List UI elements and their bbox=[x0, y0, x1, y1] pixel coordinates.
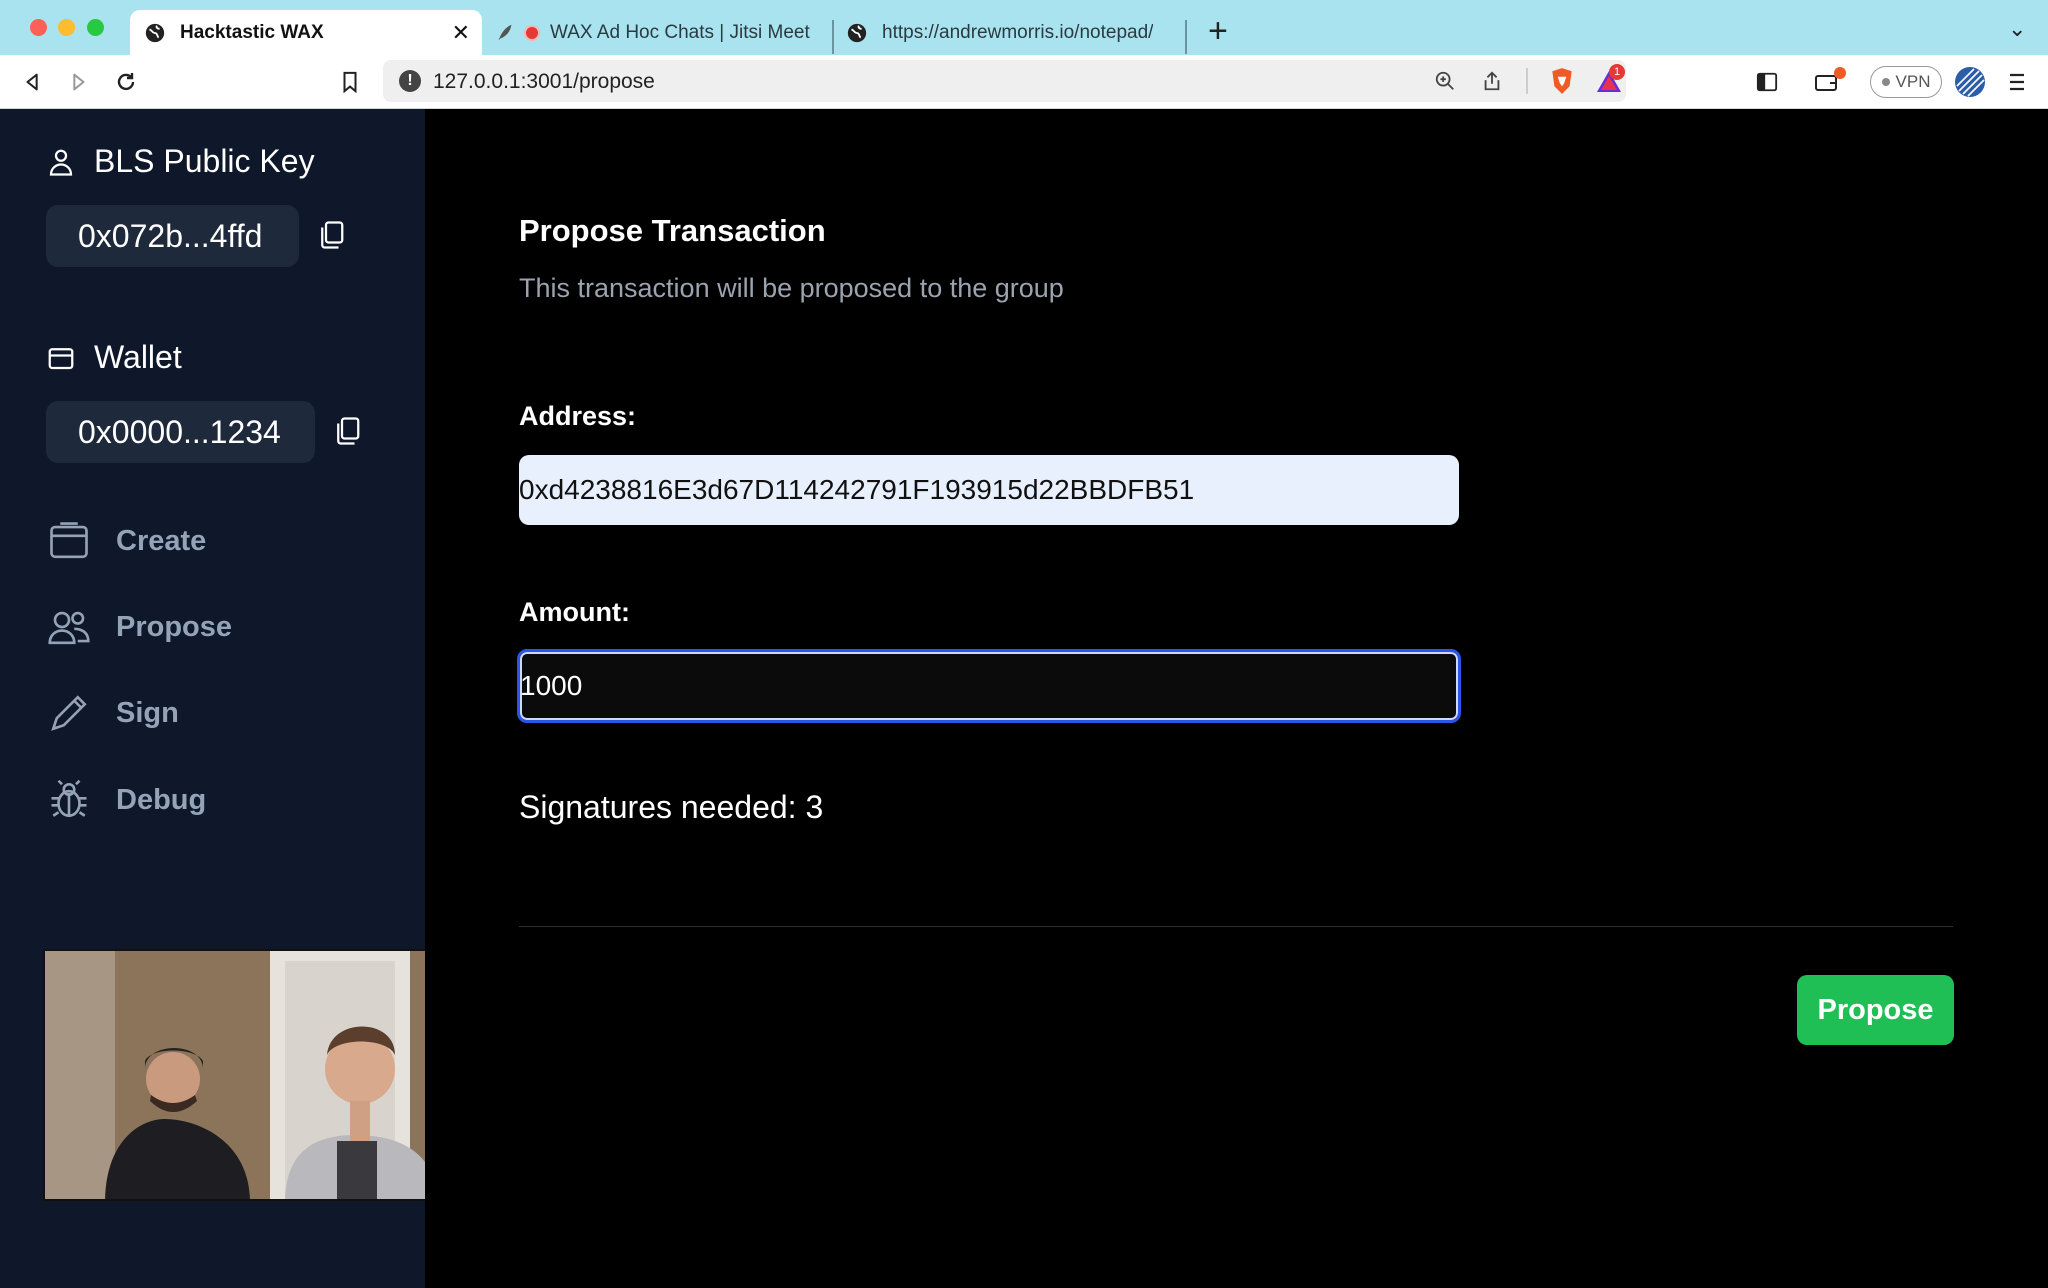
menu-button[interactable] bbox=[2002, 67, 2032, 97]
video-call-thumbnail bbox=[43, 949, 485, 1201]
sidebar-item-debug[interactable]: Debug bbox=[48, 779, 206, 821]
vpn-button[interactable]: VPN bbox=[1870, 66, 1942, 98]
sidebar-toggle-button[interactable] bbox=[1752, 67, 1782, 97]
signatures-needed: Signatures needed: 3 bbox=[519, 789, 824, 825]
tab-jitsi-meet[interactable]: WAX Ad Hoc Chats | Jitsi Meet bbox=[494, 10, 834, 55]
wallet-address-value: 0x0000...1234 bbox=[46, 401, 315, 463]
bookmark-button[interactable] bbox=[335, 67, 365, 97]
feather-icon bbox=[498, 24, 512, 40]
zoom-window-button[interactable] bbox=[87, 19, 104, 36]
sidebar-item-sign[interactable]: Sign bbox=[48, 692, 179, 734]
page-subtitle: This transaction will be proposed to the… bbox=[519, 273, 1064, 303]
globe-icon bbox=[145, 23, 165, 42]
forward-button[interactable] bbox=[63, 67, 93, 97]
omnibox-divider bbox=[1526, 68, 1528, 94]
tab-hacktastic-wax[interactable]: Hacktastic WAX ✕ bbox=[130, 10, 482, 55]
tab-title: WAX Ad Hoc Chats | Jitsi Meet bbox=[550, 21, 810, 43]
minimize-window-button[interactable] bbox=[58, 19, 75, 36]
recording-icon bbox=[524, 24, 540, 41]
page-title: Propose Transaction bbox=[519, 213, 826, 248]
reload-icon bbox=[117, 73, 135, 91]
back-arrow-icon bbox=[26, 73, 38, 91]
propose-button[interactable]: Propose bbox=[1797, 975, 1954, 1045]
share-icon[interactable] bbox=[1479, 68, 1505, 94]
sidebar-item-create[interactable]: Create bbox=[48, 520, 206, 562]
bls-key-value: 0x072b...4ffd bbox=[46, 205, 299, 267]
divider bbox=[519, 926, 1953, 927]
address-input[interactable] bbox=[519, 455, 1459, 525]
info-icon[interactable]: ! bbox=[399, 70, 421, 92]
tab-notepad[interactable]: https://andrewmorris.io/notepad/ bbox=[846, 10, 1186, 55]
new-tab-button[interactable]: + bbox=[1208, 12, 1228, 51]
sidebar-item-label: Create bbox=[116, 524, 207, 557]
address-bar-url[interactable]: 127.0.0.1:3001/propose bbox=[433, 70, 655, 94]
main-content: Propose Transaction This transaction wil… bbox=[425, 109, 2048, 1288]
amount-input[interactable] bbox=[517, 649, 1461, 723]
tab-separator bbox=[832, 20, 834, 54]
bookmark-icon bbox=[343, 71, 357, 93]
browser-tab-bar: Hacktastic WAX ✕ WAX Ad Hoc Chats | Jits… bbox=[0, 0, 2048, 55]
tab-title: Hacktastic WAX bbox=[180, 21, 324, 43]
brave-rewards-icon[interactable]: 1 bbox=[1589, 64, 1629, 94]
reload-button[interactable] bbox=[111, 67, 141, 97]
address-bar[interactable]: ! 127.0.0.1:3001/propose 1 bbox=[383, 60, 1626, 102]
copy-icon[interactable] bbox=[332, 416, 362, 446]
wallet-button[interactable] bbox=[1812, 67, 1846, 97]
wallet-icon bbox=[48, 347, 74, 369]
sidebar-item-propose[interactable]: Propose bbox=[48, 606, 232, 648]
back-button[interactable] bbox=[18, 67, 48, 97]
sidebar-icon bbox=[1756, 72, 1778, 92]
amount-label: Amount: bbox=[519, 597, 630, 627]
bls-heading-label: BLS Public Key bbox=[94, 143, 315, 179]
sidebar-item-label: Sign bbox=[116, 696, 179, 729]
zoom-icon[interactable] bbox=[1432, 68, 1458, 94]
profile-avatar[interactable] bbox=[1953, 65, 1987, 99]
vpn-label: VPN bbox=[1895, 72, 1931, 91]
video-frame bbox=[45, 951, 483, 1199]
browser-toolbar: ! 127.0.0.1:3001/propose 1 VPN bbox=[0, 55, 2048, 109]
wallet-heading: Wallet bbox=[46, 339, 182, 376]
brave-shields-icon[interactable] bbox=[1549, 68, 1575, 94]
bls-public-key-heading: BLS Public Key bbox=[46, 143, 315, 180]
wallet-badge bbox=[1834, 67, 1846, 79]
tab-title: https://andrewmorris.io/notepad/ bbox=[882, 21, 1154, 43]
sidebar-item-label: Debug bbox=[116, 783, 207, 816]
notification-badge: 1 bbox=[1609, 64, 1625, 80]
copy-icon[interactable] bbox=[316, 220, 346, 250]
chevron-down-icon[interactable]: ⌄ bbox=[2008, 16, 2026, 42]
wallet-heading-label: Wallet bbox=[94, 339, 182, 375]
wallet-card-icon bbox=[50, 522, 88, 559]
bug-icon bbox=[51, 779, 87, 818]
pencil-icon bbox=[51, 695, 87, 731]
close-tab-icon[interactable]: ✕ bbox=[452, 20, 470, 46]
close-window-button[interactable] bbox=[30, 19, 47, 36]
address-label: Address: bbox=[519, 401, 637, 431]
user-icon bbox=[49, 149, 73, 176]
hamburger-icon bbox=[2010, 73, 2024, 91]
forward-arrow-icon bbox=[73, 73, 85, 91]
globe-icon bbox=[847, 23, 867, 42]
tab-separator bbox=[1185, 20, 1187, 54]
vpn-status-dot bbox=[1881, 78, 1890, 86]
sidebar-item-label: Propose bbox=[116, 610, 233, 643]
users-icon bbox=[48, 611, 90, 645]
